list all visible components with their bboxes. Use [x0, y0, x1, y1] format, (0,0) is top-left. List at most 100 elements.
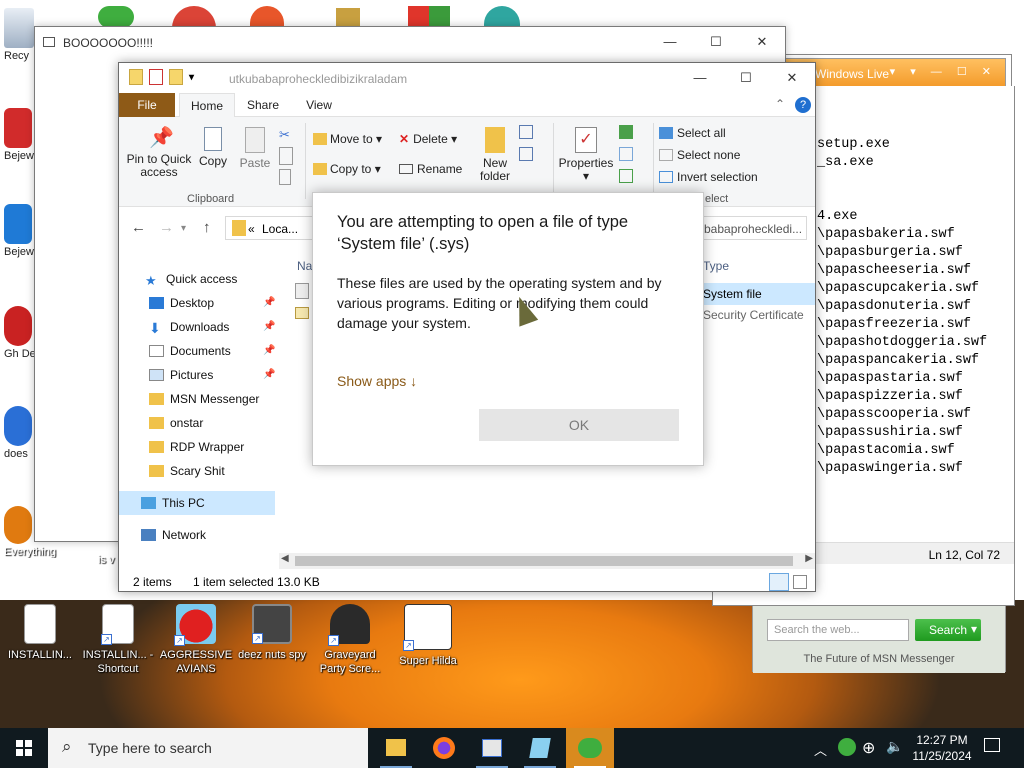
address-bar-end[interactable]: babaproheckledi...	[699, 216, 807, 240]
msn-window-controls[interactable]: ▾ ▾ — ☐ ✕	[890, 65, 997, 78]
nav-rdp-wrapper[interactable]: RDP Wrapper	[149, 436, 244, 458]
volume-icon[interactable]: 🔈	[886, 738, 903, 768]
invert-selection-button[interactable]: Invert selection	[659, 171, 758, 184]
select-none-icon	[659, 149, 673, 161]
open-icon[interactable]	[619, 125, 633, 139]
cut-icon[interactable]: ✂	[279, 127, 295, 145]
scroll-left-icon[interactable]: ◀	[281, 553, 289, 564]
taskbar-notepad[interactable]	[516, 728, 564, 768]
tab-view[interactable]: View	[297, 93, 341, 117]
address-crumb[interactable]: Loca...	[262, 222, 298, 236]
select-all-button[interactable]: Select all	[659, 127, 726, 140]
taskbar-app-window[interactable]	[468, 728, 516, 768]
horizontal-scrollbar[interactable]: ◀ ▶	[279, 553, 815, 569]
new-item-icon[interactable]	[519, 125, 533, 139]
desktop-icon-super-hilda[interactable]: ↗ Super Hilda	[390, 604, 466, 668]
tab-home[interactable]: Home	[179, 93, 235, 117]
tab-share[interactable]: Share	[241, 93, 285, 117]
folder-icon[interactable]	[129, 69, 143, 85]
maximize-button[interactable]: ☐	[693, 27, 739, 57]
close-button[interactable]: ✕	[739, 27, 785, 57]
nav-downloads[interactable]: ⬇ Downloads	[149, 316, 229, 338]
desktop-icon-aggressive-avians[interactable]: ↗ AGGRESSIVE AVIANS	[158, 604, 234, 676]
nav-scary-shit[interactable]: Scary Shit	[149, 460, 225, 482]
recent-locations-chevron-icon[interactable]: ▾	[181, 223, 186, 234]
forward-arrow-icon[interactable]: →	[159, 219, 174, 236]
desktop-icon-recycle-bin[interactable]: Recy	[4, 8, 38, 62]
nav-documents[interactable]: Documents	[149, 340, 231, 362]
scrollbar-thumb[interactable]	[295, 556, 793, 566]
qat-dropdown-icon[interactable]: ▾	[189, 72, 194, 83]
desktop-icon-bejeweled-2[interactable]: Bejew De	[4, 204, 38, 258]
desktop-icon-graveyard-party[interactable]: ↗ Graveyard Party Scre...	[312, 604, 388, 676]
nav-this-pc[interactable]: This PC	[141, 492, 205, 514]
pin-to-quick-access-button[interactable]: 📌 Pin to Quick access	[123, 127, 195, 179]
select-none-button[interactable]: Select none	[659, 149, 740, 162]
large-icons-view-icon[interactable]	[793, 575, 807, 589]
msn-search-input[interactable]: Search the web...	[767, 619, 909, 641]
copy-button[interactable]: Copy	[195, 127, 231, 168]
easy-access-icon[interactable]	[519, 147, 533, 161]
properties-button[interactable]: ✓ Properties ▾	[557, 127, 615, 183]
show-apps-link[interactable]: Show apps ↓	[337, 373, 417, 389]
copy-path-icon[interactable]	[279, 147, 293, 165]
desktop-icon-bejeweled-1[interactable]: Bejew De	[4, 108, 38, 162]
edit-icon[interactable]	[619, 147, 633, 161]
close-button[interactable]: ✕	[769, 63, 815, 93]
minimize-button[interactable]: —	[647, 27, 693, 57]
archive-icon[interactable]	[336, 8, 360, 28]
taskbar-msn-messenger[interactable]	[566, 728, 614, 768]
properties-checkmark-icon[interactable]	[149, 69, 163, 85]
nav-network[interactable]: Network	[141, 524, 206, 546]
new-folder-icon[interactable]	[169, 69, 183, 85]
nav-onstar[interactable]: onstar	[149, 412, 203, 434]
desktop-icon-installin-shortcut[interactable]: ↗ INSTALLIN... - Shortcut	[80, 604, 156, 676]
copy-to-button[interactable]: Copy to ▾	[313, 163, 381, 176]
maximize-button[interactable]: ☐	[723, 63, 769, 93]
taskbar-firefox[interactable]	[420, 728, 468, 768]
desktop-icon-does[interactable]: does	[4, 406, 38, 460]
desktop-icon-installin[interactable]: INSTALLIN...	[2, 604, 78, 662]
move-to-button[interactable]: Move to ▾	[313, 133, 382, 146]
help-icon[interactable]: ?	[795, 97, 811, 113]
show-hidden-icons-chevron[interactable]: ︿	[814, 740, 827, 768]
taskbar-clock[interactable]: 12:27 PM 11/25/2024	[906, 732, 978, 764]
rename-button[interactable]: Rename	[399, 163, 462, 176]
up-arrow-icon[interactable]: ↑	[203, 219, 211, 236]
tab-file[interactable]: File	[119, 93, 175, 117]
chevron-down-icon[interactable]: ▾	[971, 622, 977, 636]
collapse-ribbon-icon[interactable]: ⌃	[775, 97, 785, 111]
delete-button[interactable]: ✕ Delete ▾	[399, 133, 457, 146]
history-icon[interactable]	[619, 169, 633, 183]
ok-button[interactable]: OK	[479, 409, 679, 441]
start-button[interactable]	[0, 728, 48, 768]
taskbar-file-explorer[interactable]	[372, 728, 420, 768]
msn-people-icon[interactable]	[98, 6, 134, 28]
new-folder-button[interactable]: New folder	[475, 127, 515, 183]
nav-pictures[interactable]: Pictures	[149, 364, 213, 386]
certificate-file-icon[interactable]	[295, 307, 309, 319]
open-with-dialog[interactable]: You are attempting to open a file of typ…	[312, 192, 704, 466]
details-view-icon[interactable]	[769, 573, 789, 591]
msn-search-button[interactable]: Search ▾	[915, 619, 981, 641]
desktop-icon-ghost[interactable]: Gh De	[4, 306, 38, 360]
minimize-button[interactable]: —	[677, 63, 723, 93]
shield-icon[interactable]	[408, 6, 450, 28]
notifications-icon[interactable]	[984, 738, 1000, 752]
nav-msn-messenger[interactable]: MSN Messenger	[149, 388, 259, 410]
network-globe-icon[interactable]: ⊕	[862, 738, 875, 768]
scroll-right-icon[interactable]: ▶	[805, 553, 813, 564]
nav-desktop[interactable]: Desktop	[149, 292, 214, 314]
notepad-line: \papascupcakeria.swf	[817, 281, 980, 296]
desktop-icon-deez-nuts-spy[interactable]: ↗ deez nuts spy	[234, 604, 310, 662]
msn-tray-icon[interactable]	[838, 738, 856, 756]
paste-button[interactable]: Paste	[237, 127, 273, 170]
address-overflow[interactable]: «	[248, 222, 255, 236]
back-arrow-icon[interactable]: ←	[131, 219, 146, 236]
column-header-type[interactable]: Type	[703, 259, 729, 273]
sys-file-icon[interactable]	[295, 283, 309, 299]
column-header-name[interactable]: Na	[297, 259, 312, 273]
nav-quick-access[interactable]: ★ Quick access	[145, 268, 237, 290]
paste-shortcut-icon[interactable]	[279, 169, 291, 185]
taskbar-search-box[interactable]: ⌕ Type here to search	[48, 728, 368, 768]
